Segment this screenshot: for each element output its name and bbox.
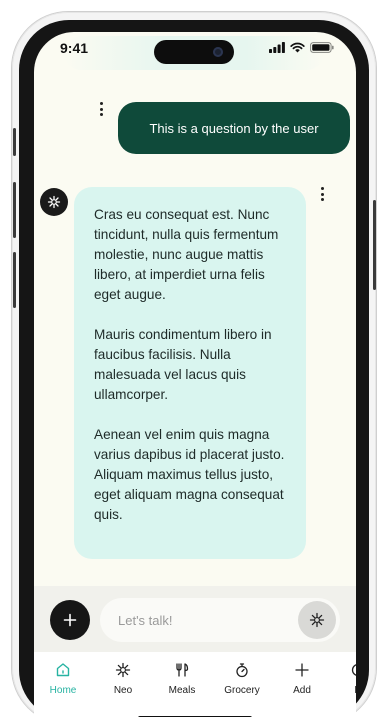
bot-message-paragraph: Aenean vel enim quis magna varius dapibu…	[94, 427, 285, 522]
attach-button[interactable]	[50, 600, 90, 640]
status-time: 9:41	[60, 40, 89, 56]
bot-message-menu-icon[interactable]	[317, 187, 327, 201]
sparkle-icon	[115, 662, 131, 678]
nav-item-more[interactable]: H	[333, 662, 356, 696]
nav-label-grocery: Grocery	[224, 685, 260, 696]
nav-label-home: Home	[49, 685, 77, 696]
bot-message-bubble: Cras eu consequat est. Nunc tincidunt, n…	[74, 187, 306, 559]
user-message-text: This is a question by the user	[149, 120, 319, 136]
nav-label-more: H	[354, 685, 356, 696]
camera-icon	[213, 47, 223, 57]
bottom-nav: Home Neo Meals Grocery Add	[34, 652, 356, 717]
dynamic-island	[154, 40, 234, 64]
volume-down-button	[13, 252, 16, 308]
bot-avatar	[40, 188, 68, 216]
nav-item-grocery[interactable]: Grocery	[217, 662, 267, 696]
user-message-bubble: This is a question by the user	[118, 102, 350, 154]
nav-item-neo[interactable]: Neo	[98, 662, 148, 696]
app-screen: 9:41 This is a question by the user Cras…	[34, 32, 356, 717]
fork-knife-icon	[176, 663, 189, 677]
wifi-icon	[290, 42, 305, 53]
home-icon	[56, 663, 70, 677]
power-button	[373, 200, 376, 290]
timer-icon	[236, 663, 248, 678]
nav-item-home[interactable]: Home	[38, 662, 88, 696]
user-message-menu-icon[interactable]	[96, 102, 106, 116]
more-icon	[351, 664, 356, 676]
nav-label-add: Add	[293, 685, 311, 696]
battery-icon	[310, 42, 334, 53]
nav-item-meals[interactable]: Meals	[157, 662, 207, 696]
ai-send-button[interactable]	[298, 601, 336, 639]
plus-icon	[63, 613, 77, 627]
action-button	[13, 128, 16, 156]
plus-icon	[295, 663, 309, 677]
nav-label-meals: Meals	[168, 685, 196, 696]
status-bar: 9:41	[34, 32, 356, 70]
bot-message-paragraph: Mauris condimentum libero in faucibus fa…	[94, 327, 272, 402]
sparkle-icon	[309, 612, 325, 628]
composer	[34, 586, 356, 652]
status-icons	[269, 42, 334, 53]
nav-item-add[interactable]: Add	[277, 662, 327, 696]
bot-message-paragraph: Cras eu consequat est. Nunc tincidunt, n…	[94, 207, 279, 302]
nav-label-neo: Neo	[113, 685, 133, 696]
signal-icon	[269, 42, 285, 53]
sparkle-icon	[47, 195, 61, 209]
volume-up-button	[13, 182, 16, 238]
